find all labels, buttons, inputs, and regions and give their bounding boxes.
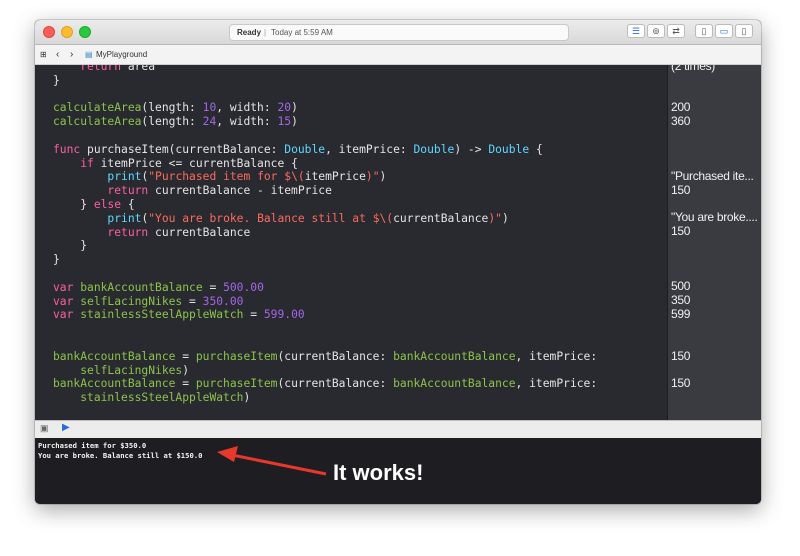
arrow-line (231, 453, 327, 476)
annotation-caption: It works! (333, 460, 424, 485)
arrow-head-icon (217, 446, 238, 462)
